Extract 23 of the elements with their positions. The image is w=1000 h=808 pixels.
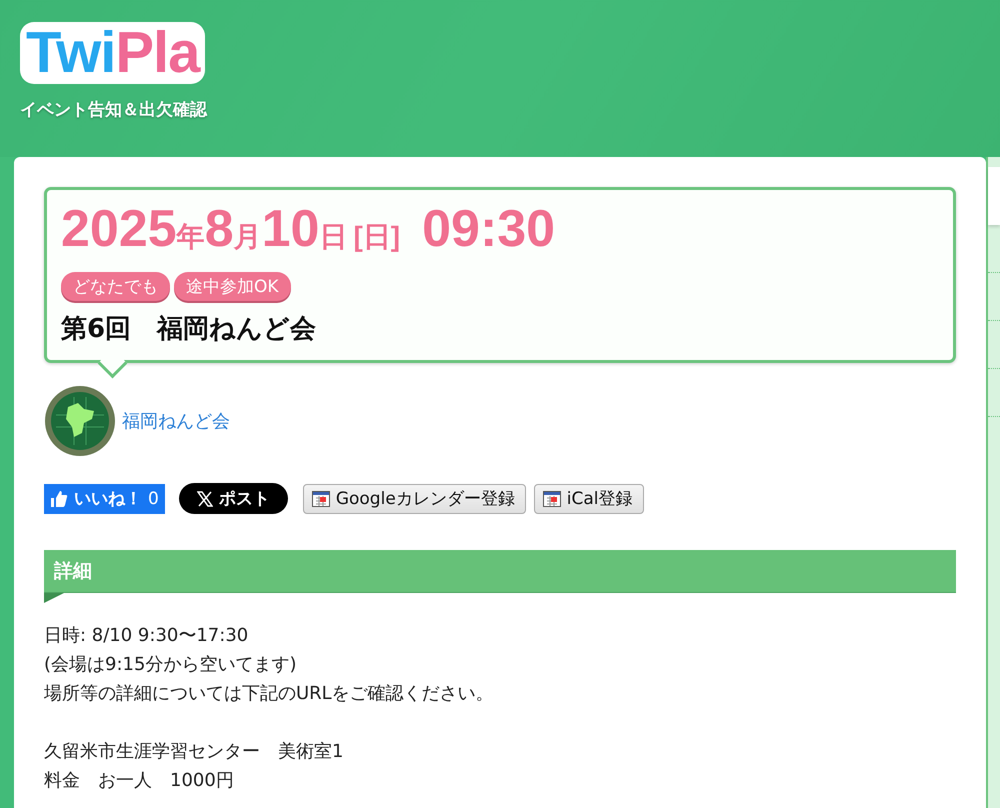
detail-text: (会場は9:15分から空いてます) — [44, 653, 298, 677]
calendar-icon — [542, 490, 561, 506]
section-heading: 詳細 — [54, 559, 92, 584]
calendar-register-button[interactable]: iCal登録 — [534, 484, 644, 514]
event-tag: 途中参加OK — [174, 272, 291, 301]
like-button[interactable]: いいね！ 0 — [44, 484, 165, 514]
detail-text: 場所等の詳細については下記のURLをご確認ください。 — [44, 682, 495, 706]
event-title: 第6回 福岡ねんど会 — [61, 313, 316, 346]
thumbs-up-icon — [50, 490, 68, 508]
detail-text: 久留米市生涯学習センター 美術室1 — [44, 740, 344, 764]
organizer-avatar-icon[interactable] — [44, 385, 116, 457]
event-time: 09:30 — [422, 200, 556, 258]
post-button[interactable]: ポスト — [178, 483, 288, 514]
event-date: 2025年8月 10日 [日] — [61, 200, 400, 260]
sidebar-panel — [988, 167, 1000, 225]
organizer-link[interactable]: 福岡ねんど会 — [122, 409, 230, 433]
calendar-register-button[interactable]: Googleカレンダー登録 — [302, 484, 526, 514]
x-logo-icon — [196, 490, 213, 506]
calendar-icon — [312, 490, 330, 506]
event-tag: どなたでも — [61, 272, 170, 301]
detail-text: 料金 お一人 1000円 — [44, 769, 235, 793]
detail-text: 日時: 8/10 9:30〜17:30 — [44, 624, 250, 648]
site-tagline: イベント告知＆出欠確認 — [20, 99, 208, 121]
